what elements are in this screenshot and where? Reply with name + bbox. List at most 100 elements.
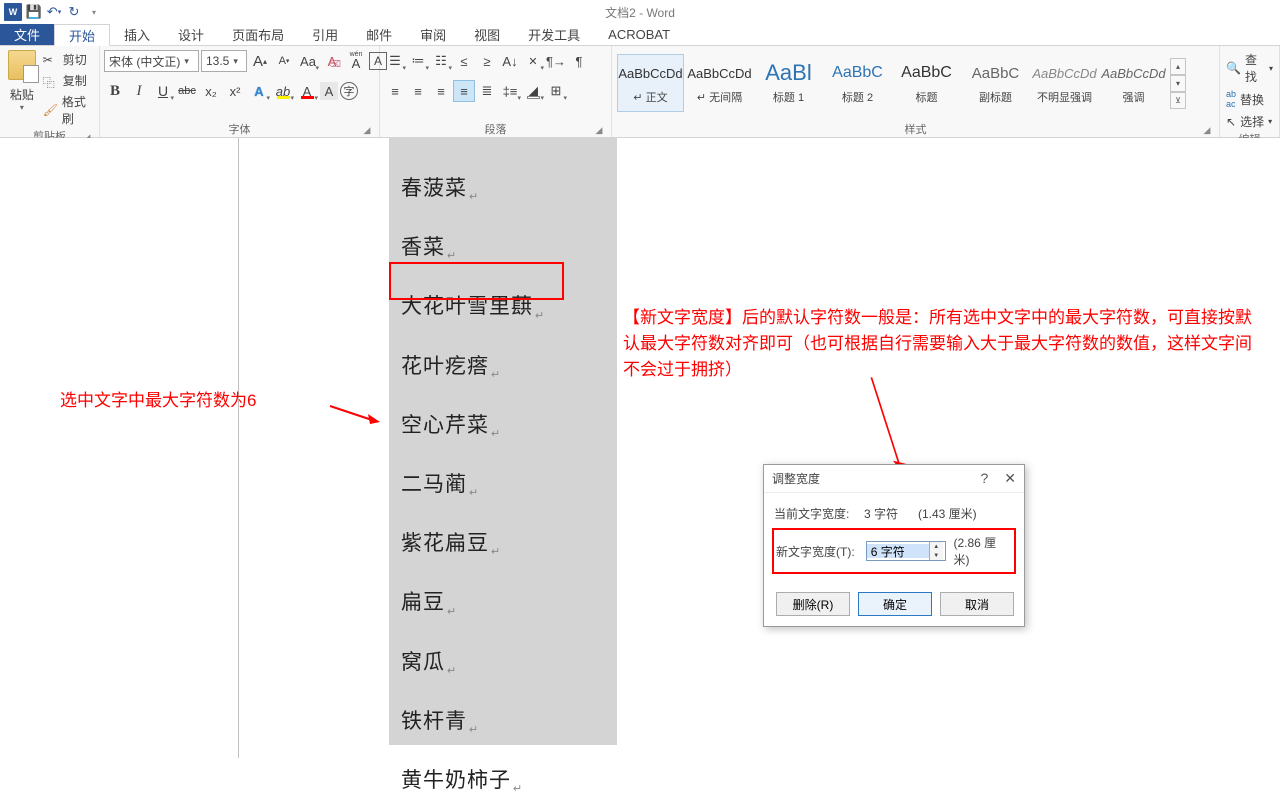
style-title[interactable]: AaBbC标题	[893, 54, 960, 112]
annotation-left: 选中文字中最大字符数为6	[60, 386, 256, 411]
clear-formatting-button[interactable]: A⌫	[321, 50, 343, 72]
style-no-spacing[interactable]: AaBbCcDd↵ 无间隔	[686, 54, 753, 112]
save-icon[interactable]: 💾	[26, 4, 42, 20]
superscript-button[interactable]: x²	[224, 80, 246, 102]
tab-acrobat[interactable]: ACROBAT	[594, 24, 684, 45]
tab-references[interactable]: 引用	[298, 24, 352, 45]
font-color-button[interactable]: A▾	[296, 80, 318, 102]
dialog-titlebar[interactable]: 调整宽度 ? ✕	[764, 465, 1024, 493]
styles-gallery: AaBbCcDd↵ 正文 AaBbCcDd↵ 无间隔 AaBl标题 1 AaBb…	[616, 48, 1186, 118]
change-case-button[interactable]: Aa▾	[297, 50, 319, 72]
borders-button[interactable]: ⊞▾	[545, 80, 567, 102]
increase-indent-button[interactable]: ≥	[476, 50, 498, 72]
font-size-combo[interactable]: 13.5▾	[201, 50, 247, 72]
group-font: 宋体 (中文正)▾ 13.5▾ A▴ A▾ Aa▾ A⌫ wén A A B I…	[100, 46, 380, 137]
font-family-combo[interactable]: 宋体 (中文正)▾	[104, 50, 199, 72]
new-width-input[interactable]	[867, 544, 929, 558]
style-more-icon[interactable]: ⊻	[1170, 92, 1186, 109]
dialog-launcher-icon[interactable]: ◢	[1201, 125, 1213, 137]
text-line: 紫花扁豆↵	[389, 513, 617, 572]
close-icon[interactable]: ✕	[1004, 470, 1016, 487]
brush-icon: 🖌	[43, 103, 58, 117]
group-label-font: 字体◢	[104, 121, 375, 137]
align-distribute-button[interactable]: ≣	[476, 80, 498, 102]
italic-button[interactable]: I	[128, 80, 150, 102]
spin-down-icon[interactable]: ▼	[929, 551, 943, 560]
bullets-button[interactable]: ☰▾	[384, 50, 406, 72]
tab-insert[interactable]: 插入	[110, 24, 164, 45]
phonetic-guide-button[interactable]: wén A	[345, 50, 367, 72]
decrease-indent-button[interactable]: ≤	[453, 50, 475, 72]
copy-button[interactable]: ⿻复制	[40, 71, 95, 90]
paste-button[interactable]: 粘贴 ▾	[4, 48, 40, 112]
style-heading1[interactable]: AaBl标题 1	[755, 54, 822, 112]
strikethrough-button[interactable]: abc	[176, 80, 198, 102]
sort-button[interactable]: A↓	[499, 50, 521, 72]
tab-review[interactable]: 审阅	[406, 24, 460, 45]
multilevel-button[interactable]: ☷▾	[430, 50, 452, 72]
dialog-launcher-icon[interactable]: ◢	[361, 125, 373, 137]
align-left-button[interactable]: ≡	[384, 80, 406, 102]
show-marks-button[interactable]: ¶	[568, 50, 590, 72]
new-width-label: 新文字宽度(T):	[776, 543, 862, 560]
selected-text-block[interactable]: 春菠菜↵ 香菜↵ 大花叶雪里蕻↵ 花叶疙瘩↵ 空心芹菜↵ 二马蔺↵ 紫花扁豆↵ …	[389, 138, 617, 745]
quick-access-toolbar: W 💾 ↶▾ ↻ ▾	[4, 3, 102, 21]
find-button[interactable]: 🔍查找▾	[1224, 50, 1275, 86]
style-up-icon[interactable]: ▴	[1170, 58, 1186, 75]
new-width-spinner[interactable]: ▲ ▼	[866, 541, 946, 561]
qat-customize-icon[interactable]: ▾	[86, 4, 102, 20]
style-subtitle[interactable]: AaBbC副标题	[962, 54, 1029, 112]
style-heading2[interactable]: AaBbC标题 2	[824, 54, 891, 112]
tab-developer[interactable]: 开发工具	[514, 24, 594, 45]
numbering-button[interactable]: ≔▾	[407, 50, 429, 72]
asian-layout-button[interactable]: ✕▾	[522, 50, 544, 72]
replace-button[interactable]: abac替换	[1224, 88, 1275, 110]
style-down-icon[interactable]: ▾	[1170, 75, 1186, 92]
enclosed-char-button[interactable]: 字	[340, 82, 358, 100]
tab-mailings[interactable]: 邮件	[352, 24, 406, 45]
dialog-launcher-icon[interactable]: ◢	[593, 125, 605, 137]
text-effects-button[interactable]: A▾	[248, 80, 270, 102]
cut-button[interactable]: ✂剪切	[40, 50, 95, 69]
tab-layout[interactable]: 页面布局	[218, 24, 298, 45]
tab-file[interactable]: 文件	[0, 24, 54, 45]
cancel-button[interactable]: 取消	[940, 592, 1014, 616]
line-spacing-button[interactable]: ‡≡▾	[499, 80, 521, 102]
delete-button[interactable]: 删除(R)	[776, 592, 850, 616]
style-normal[interactable]: AaBbCcDd↵ 正文	[617, 54, 684, 112]
tab-home[interactable]: 开始	[54, 24, 110, 46]
redo-icon[interactable]: ↻	[66, 4, 82, 20]
char-shading-button[interactable]: A	[320, 82, 338, 100]
style-emphasis[interactable]: AaBbCcDd强调	[1100, 54, 1167, 112]
tab-design[interactable]: 设计	[164, 24, 218, 45]
shading-button[interactable]: ◢▾	[522, 80, 544, 102]
underline-button[interactable]: U▾	[152, 80, 174, 102]
align-right-button[interactable]: ≡	[430, 80, 452, 102]
text-line: 黄牛奶柿子↵	[389, 750, 617, 809]
search-icon: 🔍	[1226, 61, 1241, 75]
help-icon[interactable]: ?	[980, 470, 988, 487]
ok-button[interactable]: 确定	[858, 592, 932, 616]
tab-view[interactable]: 视图	[460, 24, 514, 45]
align-justify-button[interactable]: ≡	[453, 80, 475, 102]
style-subtle-emphasis[interactable]: AaBbCcDd不明显强调	[1031, 54, 1098, 112]
select-button[interactable]: ↖选择▾	[1224, 112, 1275, 131]
bold-button[interactable]: B	[104, 80, 126, 102]
format-painter-button[interactable]: 🖌格式刷	[40, 92, 95, 128]
highlight-button[interactable]: ab▾	[272, 80, 294, 102]
current-width-row: 当前文字宽度: 3 字符 (1.43 厘米)	[774, 505, 1014, 522]
group-clipboard: 粘贴 ▾ ✂剪切 ⿻复制 🖌格式刷 剪贴板◢	[0, 46, 100, 137]
annotation-right: 【新文字宽度】后的默认字符数一般是：所有选中文字中的最大字符数，可直接按默认最大…	[623, 305, 1268, 383]
undo-icon[interactable]: ↶▾	[46, 4, 62, 20]
spin-up-icon[interactable]: ▲	[929, 542, 943, 551]
new-width-row: 新文字宽度(T): ▲ ▼ (2.86 厘米)	[772, 528, 1016, 574]
subscript-button[interactable]: x₂	[200, 80, 222, 102]
replace-icon: abac	[1226, 89, 1236, 109]
cursor-icon: ↖	[1226, 115, 1236, 129]
style-gallery-nav[interactable]: ▴ ▾ ⊻	[1170, 58, 1186, 109]
grow-font-button[interactable]: A▴	[249, 50, 271, 72]
align-center-button[interactable]: ≡	[407, 80, 429, 102]
shrink-font-button[interactable]: A▾	[273, 50, 295, 72]
current-width-label: 当前文字宽度:	[774, 505, 860, 522]
ltr-button[interactable]: ¶→	[545, 50, 567, 72]
